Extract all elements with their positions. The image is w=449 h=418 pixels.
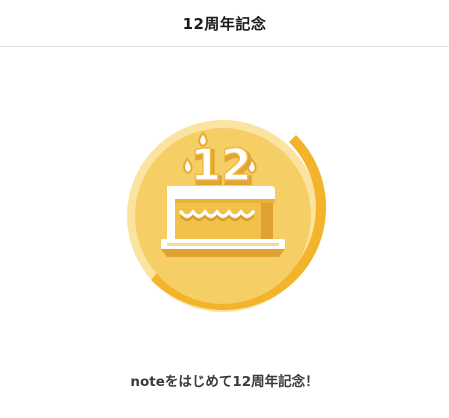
page-header: 12周年記念 <box>0 0 449 47</box>
badge-graphic: 12 12 <box>127 120 327 312</box>
achievement-message: noteをはじめて12周年記念！ <box>130 374 319 390</box>
badge-number: 12 <box>190 140 251 191</box>
anniversary-badge: 12 12 <box>111 117 335 315</box>
number-candle: 12 12 <box>190 139 256 196</box>
page-title: 12周年記念 <box>182 14 267 33</box>
achievement-page: 12周年記念 12 12 noteをはじめて12周年記念！ <box>0 0 449 418</box>
